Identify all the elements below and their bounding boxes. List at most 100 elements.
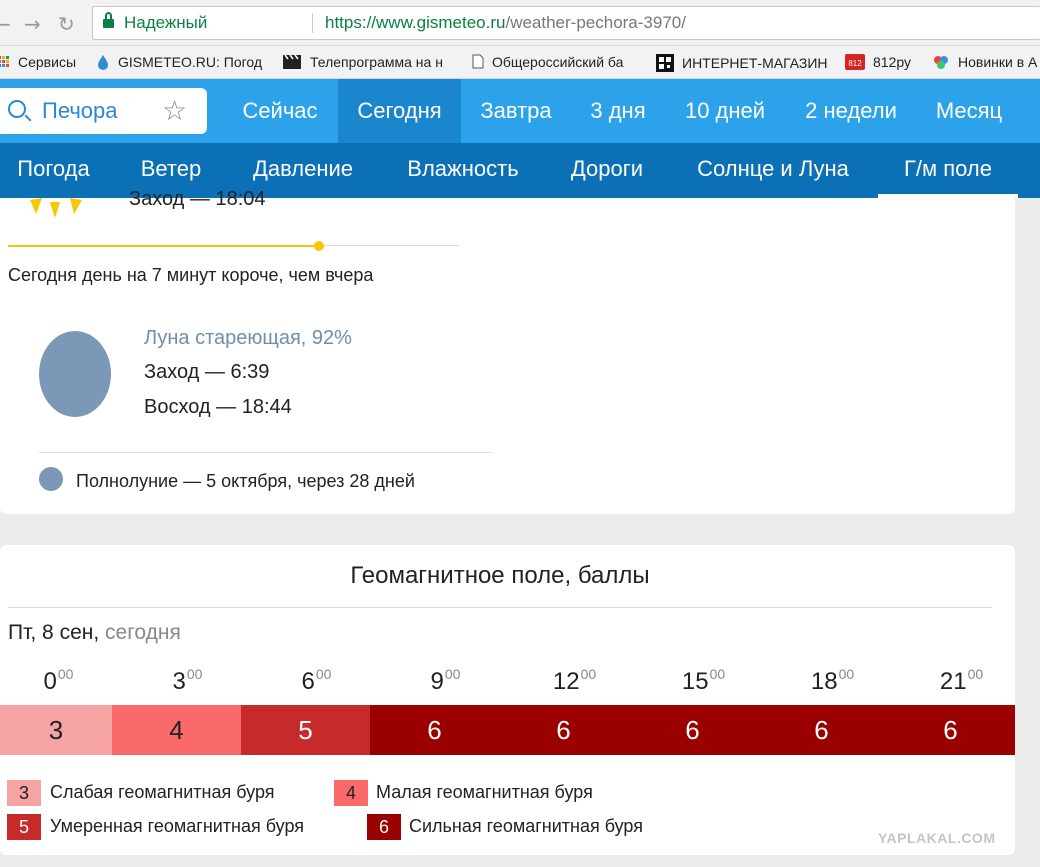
hour-label: 1200 [510,666,639,696]
hour-minutes: 00 [967,666,984,682]
hour-value: 6 [301,668,315,695]
geomagnetic-value-cell: 4 [112,705,241,755]
bookmark-label: Новинки в А [958,54,1038,71]
watermark: YAPLAKAL.COM [878,830,996,846]
address-bar[interactable]: Надежный https://www.gismeteo.ru/weather… [92,6,1040,40]
daylight-progress-fill [8,245,320,247]
tab-now[interactable]: Сейчас [222,79,338,143]
hour-minutes: 00 [186,666,203,682]
legend-swatch-6: 6 [367,814,401,840]
bookmark-services[interactable]: Сервисы [0,54,76,71]
sun-icon [30,198,86,220]
url-host: https://www.gismeteo.ru [325,13,506,32]
hour-label: 1500 [639,666,768,696]
city-name[interactable]: Печора [42,98,118,124]
subtab-humidity[interactable]: Влажность [371,143,555,198]
forward-icon[interactable]: → [24,12,41,36]
full-moon-date: Полнолуние — 5 октября, через 28 дней [76,471,415,491]
city-search[interactable]: Печора ☆ [0,88,207,134]
svg-text:812: 812 [848,59,862,68]
legend-label-6: Сильная геомагнитная буря [409,816,643,836]
hour-value: 21 [939,668,967,695]
hour-minutes: 00 [580,666,597,682]
hour-value: 9 [430,668,444,695]
hour-label: 1800 [768,666,897,696]
bookmark-label: Общероссийский ба [492,54,624,70]
qr-icon [656,54,674,75]
period-tabs: Печора ☆ Сейчас Сегодня Завтра 3 дня 10 … [0,79,1040,143]
hour-label: 000 [0,666,123,696]
document-icon [472,54,484,72]
geomagnetic-title: Геомагнитное поле, баллы [350,562,650,589]
legend-label-5: Умеренная геомагнитная буря [50,816,305,836]
geomagnetic-value-cell: 3 [0,705,112,755]
tab-tomorrow[interactable]: Завтра [461,79,571,143]
legend-label-4: Малая геомагнитная буря [376,782,593,802]
hour-label: 2100 [897,666,1026,696]
browser-toolbar: ← → ↻ Надежный https://www.gismeteo.ru/w… [0,0,1040,46]
sunset-time: Заход — 18:04 [129,188,266,210]
geomagnetic-value-cell: 6 [370,705,499,755]
subtab-geomagnetic[interactable]: Г/м поле [878,143,1018,198]
search-icon[interactable] [8,100,26,118]
apps-grid-icon [0,55,10,71]
subtab-weather[interactable]: Погода [0,143,107,198]
url-text[interactable]: https://www.gismeteo.ru/weather-pechora-… [325,13,686,33]
hour-value: 18 [810,668,838,695]
security-label: Надежный [124,13,208,32]
bookmark-label: ИНТЕРНЕТ-МАГАЗИН [682,55,828,72]
moon-icon [39,331,111,417]
back-icon[interactable]: ← [0,12,11,36]
bookmark-shop[interactable]: ИНТЕРНЕТ-МАГАЗИН [656,54,828,75]
moon-divider [39,452,491,453]
hour-value: 3 [172,668,186,695]
geomagnetic-value-cell: 6 [886,705,1015,755]
geomagnetic-value-cell: 6 [499,705,628,755]
colorful-logo-icon [932,54,950,73]
subtab-roads[interactable]: Дороги [555,143,659,198]
bookmark-news[interactable]: Новинки в А [932,54,1037,73]
geomagnetic-divider [8,607,992,608]
full-moon-icon [39,467,63,491]
legend-swatch-4: 4 [334,780,368,806]
hour-label: 600 [252,666,381,696]
bookmark-tv[interactable]: Телепрограмма на н [282,54,443,73]
moonrise-time: Восход — 18:44 [144,396,292,418]
hour-minutes: 00 [57,666,74,682]
812-logo-icon: 812 [845,54,865,73]
tab-month[interactable]: Месяц [917,79,1021,143]
bookmark-gismeteo[interactable]: GISMETEO.RU: Погод [96,54,262,73]
bookmark-label: Телепрограмма на н [310,54,443,71]
hour-label: 300 [123,666,252,696]
geomagnetic-value-cell: 5 [241,705,370,755]
bookmark-812[interactable]: 812 812ру [845,54,911,73]
reload-icon[interactable]: ↻ [58,12,75,36]
hour-value: 15 [681,668,709,695]
lock-icon [103,12,114,29]
bookmark-document[interactable]: Общероссийский ба [472,54,623,72]
tab-3-days[interactable]: 3 дня [571,79,665,143]
bookmark-label: Сервисы [18,54,77,70]
tab-2-weeks[interactable]: 2 недели [785,79,917,143]
moonset-time: Заход — 6:39 [144,361,270,383]
hour-minutes: 00 [838,666,855,682]
legend-swatch-5: 5 [7,814,41,840]
hour-value: 12 [552,668,580,695]
date-label: Пт, 8 сен, [8,621,100,644]
day-length-note: Сегодня день на 7 минут короче, чем вчер… [8,265,374,285]
clapperboard-icon [282,54,302,73]
hour-value: 0 [43,668,57,695]
tab-10-days[interactable]: 10 дней [665,79,785,143]
star-icon[interactable]: ☆ [162,94,187,127]
hour-minutes: 00 [709,666,726,682]
geomagnetic-card [0,545,1015,855]
hour-minutes: 00 [444,666,461,682]
subtab-sun-moon[interactable]: Солнце и Луна [670,143,876,198]
legend-swatch-3: 3 [7,780,41,806]
bookmark-label: GISMETEO.RU: Погод [118,54,263,71]
moon-phase: Луна стареющая, 92% [144,327,352,349]
tab-today[interactable]: Сегодня [338,79,461,143]
bookmark-label: 812ру [873,54,911,71]
url-path: /weather-pechora-3970/ [505,13,686,32]
hour-label: 900 [381,666,510,696]
